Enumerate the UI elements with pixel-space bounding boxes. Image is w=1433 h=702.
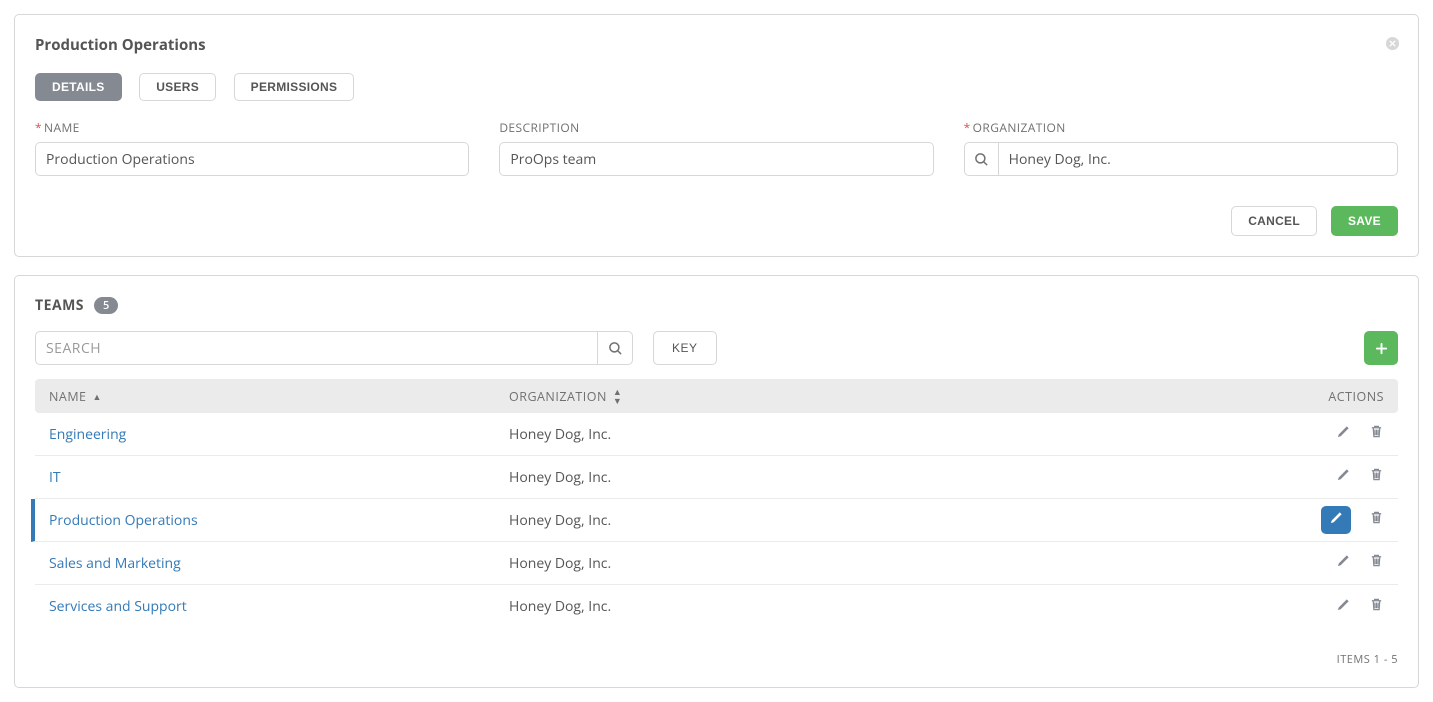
- trash-icon: [1369, 467, 1384, 487]
- cell-name: IT: [49, 468, 509, 487]
- organization-search-button[interactable]: [964, 142, 998, 176]
- cell-actions: [1274, 597, 1384, 617]
- cell-actions: [1274, 424, 1384, 444]
- edit-button[interactable]: [1336, 553, 1351, 573]
- cancel-button[interactable]: CANCEL: [1231, 206, 1317, 236]
- list-header: TEAMS 5: [35, 296, 1398, 315]
- delete-button[interactable]: [1369, 467, 1384, 487]
- cell-name: Sales and Marketing: [49, 554, 509, 573]
- organization-label: *ORGANIZATION: [964, 119, 1398, 136]
- cell-name: Services and Support: [49, 597, 509, 616]
- delete-button[interactable]: [1369, 510, 1384, 530]
- search-wrap: [35, 331, 633, 365]
- tabs: DETAILS USERS PERMISSIONS: [35, 73, 1398, 101]
- delete-button[interactable]: [1369, 424, 1384, 444]
- key-button[interactable]: KEY: [653, 331, 717, 365]
- cell-actions: [1274, 467, 1384, 487]
- delete-button[interactable]: [1369, 553, 1384, 573]
- add-button[interactable]: [1364, 331, 1398, 365]
- list-title: TEAMS: [35, 296, 84, 315]
- edit-button[interactable]: [1336, 424, 1351, 444]
- name-input[interactable]: [35, 142, 469, 176]
- column-name[interactable]: NAME ▲: [49, 388, 509, 405]
- panel-title: Production Operations: [35, 35, 1398, 55]
- pencil-icon: [1329, 510, 1344, 530]
- table-row: Services and Support Honey Dog, Inc.: [35, 585, 1398, 628]
- plus-icon: [1374, 341, 1389, 356]
- edit-button[interactable]: [1336, 597, 1351, 617]
- search-button[interactable]: [597, 331, 633, 365]
- team-link[interactable]: Production Operations: [49, 511, 198, 530]
- organization-input[interactable]: [998, 142, 1398, 176]
- cell-organization: Honey Dog, Inc.: [509, 597, 1274, 616]
- form-actions: CANCEL SAVE: [35, 206, 1398, 236]
- pencil-icon: [1336, 467, 1351, 487]
- teams-table: NAME ▲ ORGANIZATION ▲▼ ACTIONS Engineeri…: [35, 379, 1398, 628]
- close-icon[interactable]: [1385, 33, 1400, 57]
- search-icon: [608, 341, 623, 356]
- cell-organization: Honey Dog, Inc.: [509, 511, 1274, 530]
- trash-icon: [1369, 510, 1384, 530]
- name-label: *NAME: [35, 119, 469, 136]
- cell-organization: Honey Dog, Inc.: [509, 468, 1274, 487]
- team-link[interactable]: Sales and Marketing: [49, 554, 181, 573]
- table-row: Engineering Honey Dog, Inc.: [35, 413, 1398, 456]
- list-toolbar: KEY: [35, 331, 1398, 365]
- cell-organization: Honey Dog, Inc.: [509, 554, 1274, 573]
- cell-organization: Honey Dog, Inc.: [509, 425, 1274, 444]
- cell-actions: [1274, 506, 1384, 534]
- description-input[interactable]: [499, 142, 933, 176]
- table-row: IT Honey Dog, Inc.: [35, 456, 1398, 499]
- description-group: DESCRIPTION: [499, 119, 933, 176]
- team-link[interactable]: Services and Support: [49, 597, 187, 616]
- count-badge: 5: [94, 297, 118, 314]
- trash-icon: [1369, 553, 1384, 573]
- tab-permissions[interactable]: PERMISSIONS: [234, 73, 355, 101]
- trash-icon: [1369, 424, 1384, 444]
- list-panel: TEAMS 5 KEY NAME ▲ ORGANIZATION ▲▼ ACTIO…: [14, 275, 1419, 688]
- edit-button[interactable]: [1321, 506, 1351, 534]
- search-input[interactable]: [35, 331, 597, 365]
- description-label: DESCRIPTION: [499, 119, 933, 136]
- tab-details[interactable]: DETAILS: [35, 73, 122, 101]
- pager: ITEMS 1 - 5: [35, 652, 1398, 667]
- column-actions: ACTIONS: [1274, 388, 1384, 405]
- search-icon: [974, 152, 989, 167]
- table-header: NAME ▲ ORGANIZATION ▲▼ ACTIONS: [35, 379, 1398, 413]
- pencil-icon: [1336, 597, 1351, 617]
- cell-name: Engineering: [49, 425, 509, 444]
- cell-name: Production Operations: [49, 511, 509, 530]
- team-link[interactable]: IT: [49, 468, 61, 487]
- sort-asc-icon: ▲: [93, 390, 102, 403]
- organization-group: *ORGANIZATION: [964, 119, 1398, 176]
- sort-icon: ▲▼: [613, 387, 622, 405]
- team-link[interactable]: Engineering: [49, 425, 126, 444]
- column-organization[interactable]: ORGANIZATION ▲▼: [509, 387, 1274, 405]
- cell-actions: [1274, 553, 1384, 573]
- organization-lookup: [964, 142, 1398, 176]
- save-button[interactable]: SAVE: [1331, 206, 1398, 236]
- pencil-icon: [1336, 424, 1351, 444]
- tab-users[interactable]: USERS: [139, 73, 216, 101]
- form-panel: Production Operations DETAILS USERS PERM…: [14, 14, 1419, 257]
- trash-icon: [1369, 597, 1384, 617]
- edit-button[interactable]: [1336, 467, 1351, 487]
- table-row: Sales and Marketing Honey Dog, Inc.: [35, 542, 1398, 585]
- pencil-icon: [1336, 553, 1351, 573]
- table-row: Production Operations Honey Dog, Inc.: [31, 499, 1398, 542]
- form-row: *NAME DESCRIPTION *ORGANIZATION: [35, 119, 1398, 176]
- name-group: *NAME: [35, 119, 469, 176]
- delete-button[interactable]: [1369, 597, 1384, 617]
